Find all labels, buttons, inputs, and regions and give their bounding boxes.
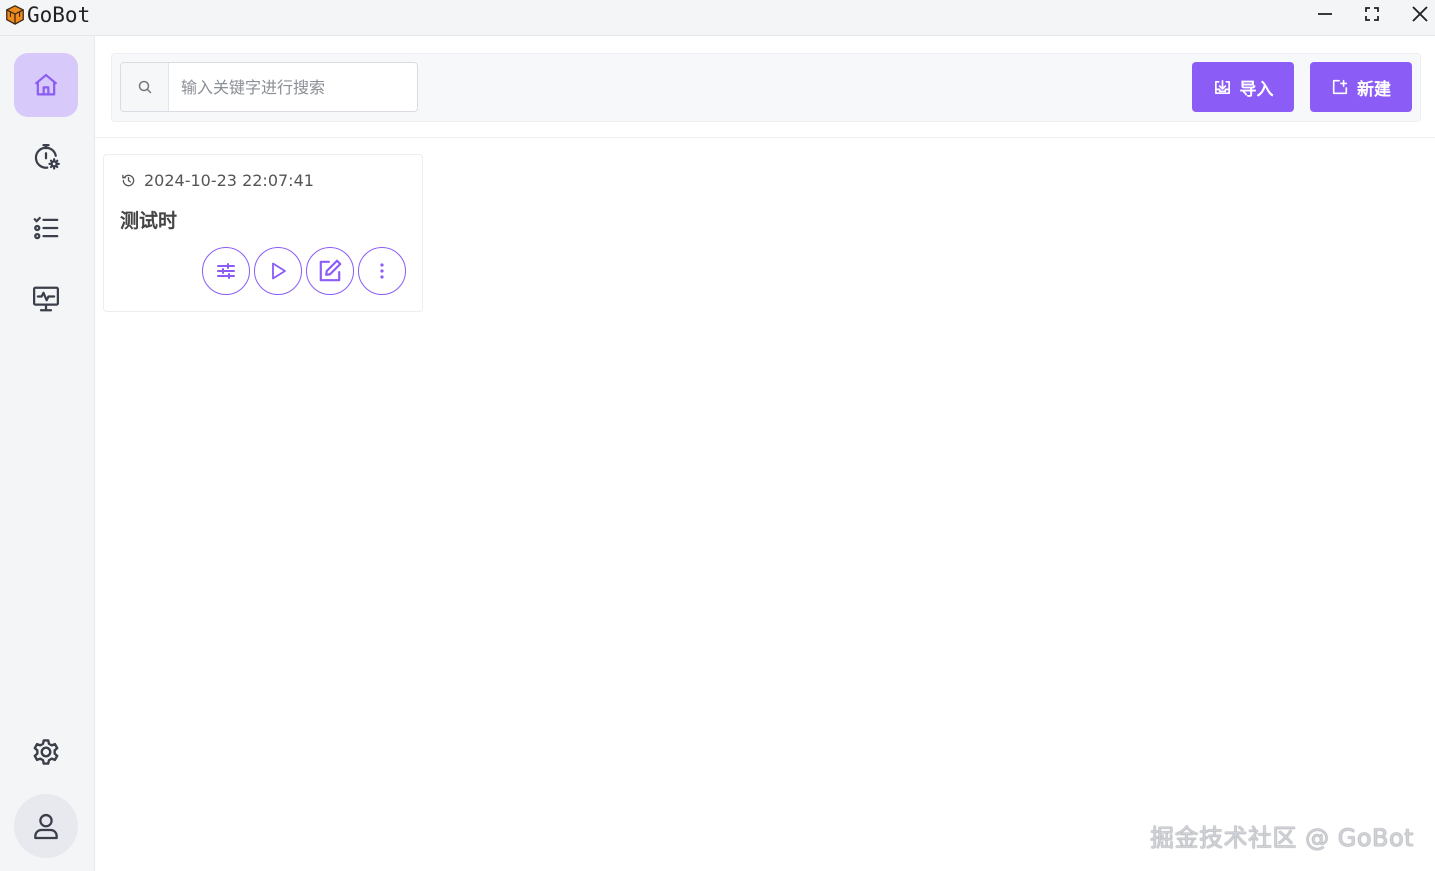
more-vertical-icon <box>380 263 384 279</box>
minimize-icon <box>1318 13 1332 15</box>
sidebar-item-timer[interactable] <box>14 125 78 189</box>
sidebar-item-home[interactable] <box>14 53 78 117</box>
import-icon <box>1214 79 1230 94</box>
card-more-button[interactable] <box>358 247 406 295</box>
task-card[interactable]: 2024-10-23 22:07:41 测试时 <box>103 154 423 312</box>
search-icon <box>138 80 151 94</box>
search-input[interactable] <box>169 63 417 111</box>
app-logo-icon <box>6 5 24 25</box>
edit-icon <box>319 259 342 282</box>
sidebar <box>0 36 95 871</box>
close-icon <box>1412 6 1428 22</box>
home-icon <box>34 73 58 96</box>
sidebar-item-settings[interactable] <box>14 720 78 784</box>
timer-settings-icon <box>34 144 60 170</box>
new-file-icon <box>1332 79 1348 95</box>
new-button-label: 新建 <box>1357 79 1391 100</box>
title-bar: GoBot <box>0 0 1435 36</box>
user-icon <box>34 813 58 840</box>
sidebar-item-tasks[interactable] <box>14 196 78 260</box>
user-avatar-button[interactable] <box>14 794 78 858</box>
import-button[interactable]: 导入 <box>1192 62 1294 112</box>
search-box <box>120 62 418 112</box>
search-icon-wrap[interactable] <box>121 63 169 111</box>
card-edit-button[interactable] <box>306 247 354 295</box>
card-title: 测试时 <box>120 210 178 232</box>
card-timestamp: 2024-10-23 22:07:41 <box>144 171 314 190</box>
maximize-icon <box>1365 7 1379 21</box>
monitor-icon <box>33 286 59 312</box>
list-icon <box>33 216 59 240</box>
card-actions <box>202 247 406 295</box>
maximize-button[interactable] <box>1359 3 1385 25</box>
toolbar: 导入 新建 <box>111 53 1421 122</box>
minimize-button[interactable] <box>1312 3 1338 25</box>
card-timestamp-row: 2024-10-23 22:07:41 <box>121 171 314 190</box>
toolbar-divider <box>95 137 1435 138</box>
sliders-icon <box>217 263 235 279</box>
card-run-button[interactable] <box>254 247 302 295</box>
history-icon <box>122 174 135 187</box>
watermark: 掘金技术社区 @ GoBot <box>1150 824 1415 852</box>
new-button[interactable]: 新建 <box>1310 62 1412 112</box>
play-icon <box>272 262 286 280</box>
card-config-button[interactable] <box>202 247 250 295</box>
app-title: GoBot <box>27 3 91 27</box>
gear-icon <box>33 739 59 765</box>
close-button[interactable] <box>1407 3 1433 25</box>
import-button-label: 导入 <box>1239 79 1274 100</box>
sidebar-item-monitor[interactable] <box>14 267 78 331</box>
